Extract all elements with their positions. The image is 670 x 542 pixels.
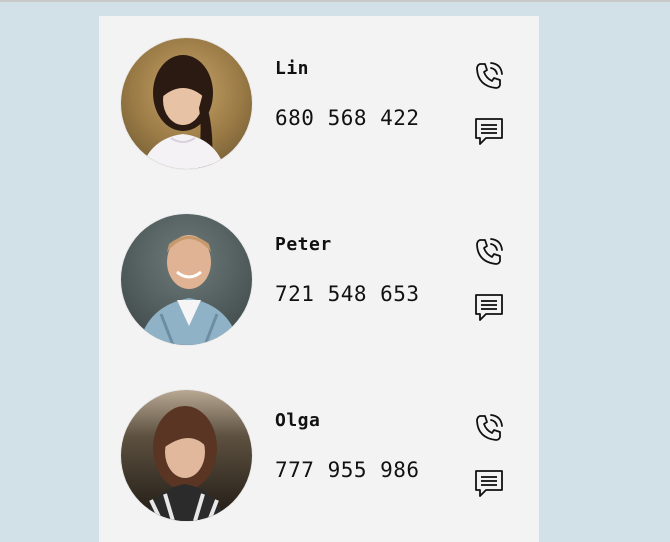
phone-call-icon <box>476 238 503 265</box>
call-button[interactable] <box>471 58 507 94</box>
avatar-photo-icon <box>121 390 252 521</box>
avatar-photo-icon <box>121 214 252 345</box>
contact-phone: 721 548 653 <box>275 282 420 306</box>
contact-card-peter: Peter 721 548 653 <box>99 192 539 345</box>
call-button[interactable] <box>471 410 507 446</box>
contact-card-olga: Olga 777 955 986 <box>99 368 539 521</box>
phone-call-icon <box>476 414 503 441</box>
message-button[interactable] <box>471 465 507 501</box>
contact-name: Olga <box>275 410 321 431</box>
message-button[interactable] <box>471 289 507 325</box>
contact-name: Peter <box>275 234 332 255</box>
contact-name: Lin <box>275 58 310 79</box>
contact-phone: 680 568 422 <box>275 106 420 130</box>
message-button[interactable] <box>471 113 507 149</box>
call-button[interactable] <box>471 234 507 270</box>
contact-card-lin: Lin 680 568 422 <box>99 16 539 169</box>
avatar <box>121 390 252 521</box>
message-icon <box>475 118 503 145</box>
avatar <box>121 38 252 169</box>
avatar-photo-icon <box>121 38 252 169</box>
message-icon <box>475 294 503 321</box>
message-icon <box>475 470 503 497</box>
top-border <box>0 0 670 2</box>
contacts-panel: Lin 680 568 422 Peter 721 548 653 Olga 7… <box>99 16 539 542</box>
avatar <box>121 214 252 345</box>
phone-call-icon <box>476 62 503 89</box>
contact-phone: 777 955 986 <box>275 458 420 482</box>
